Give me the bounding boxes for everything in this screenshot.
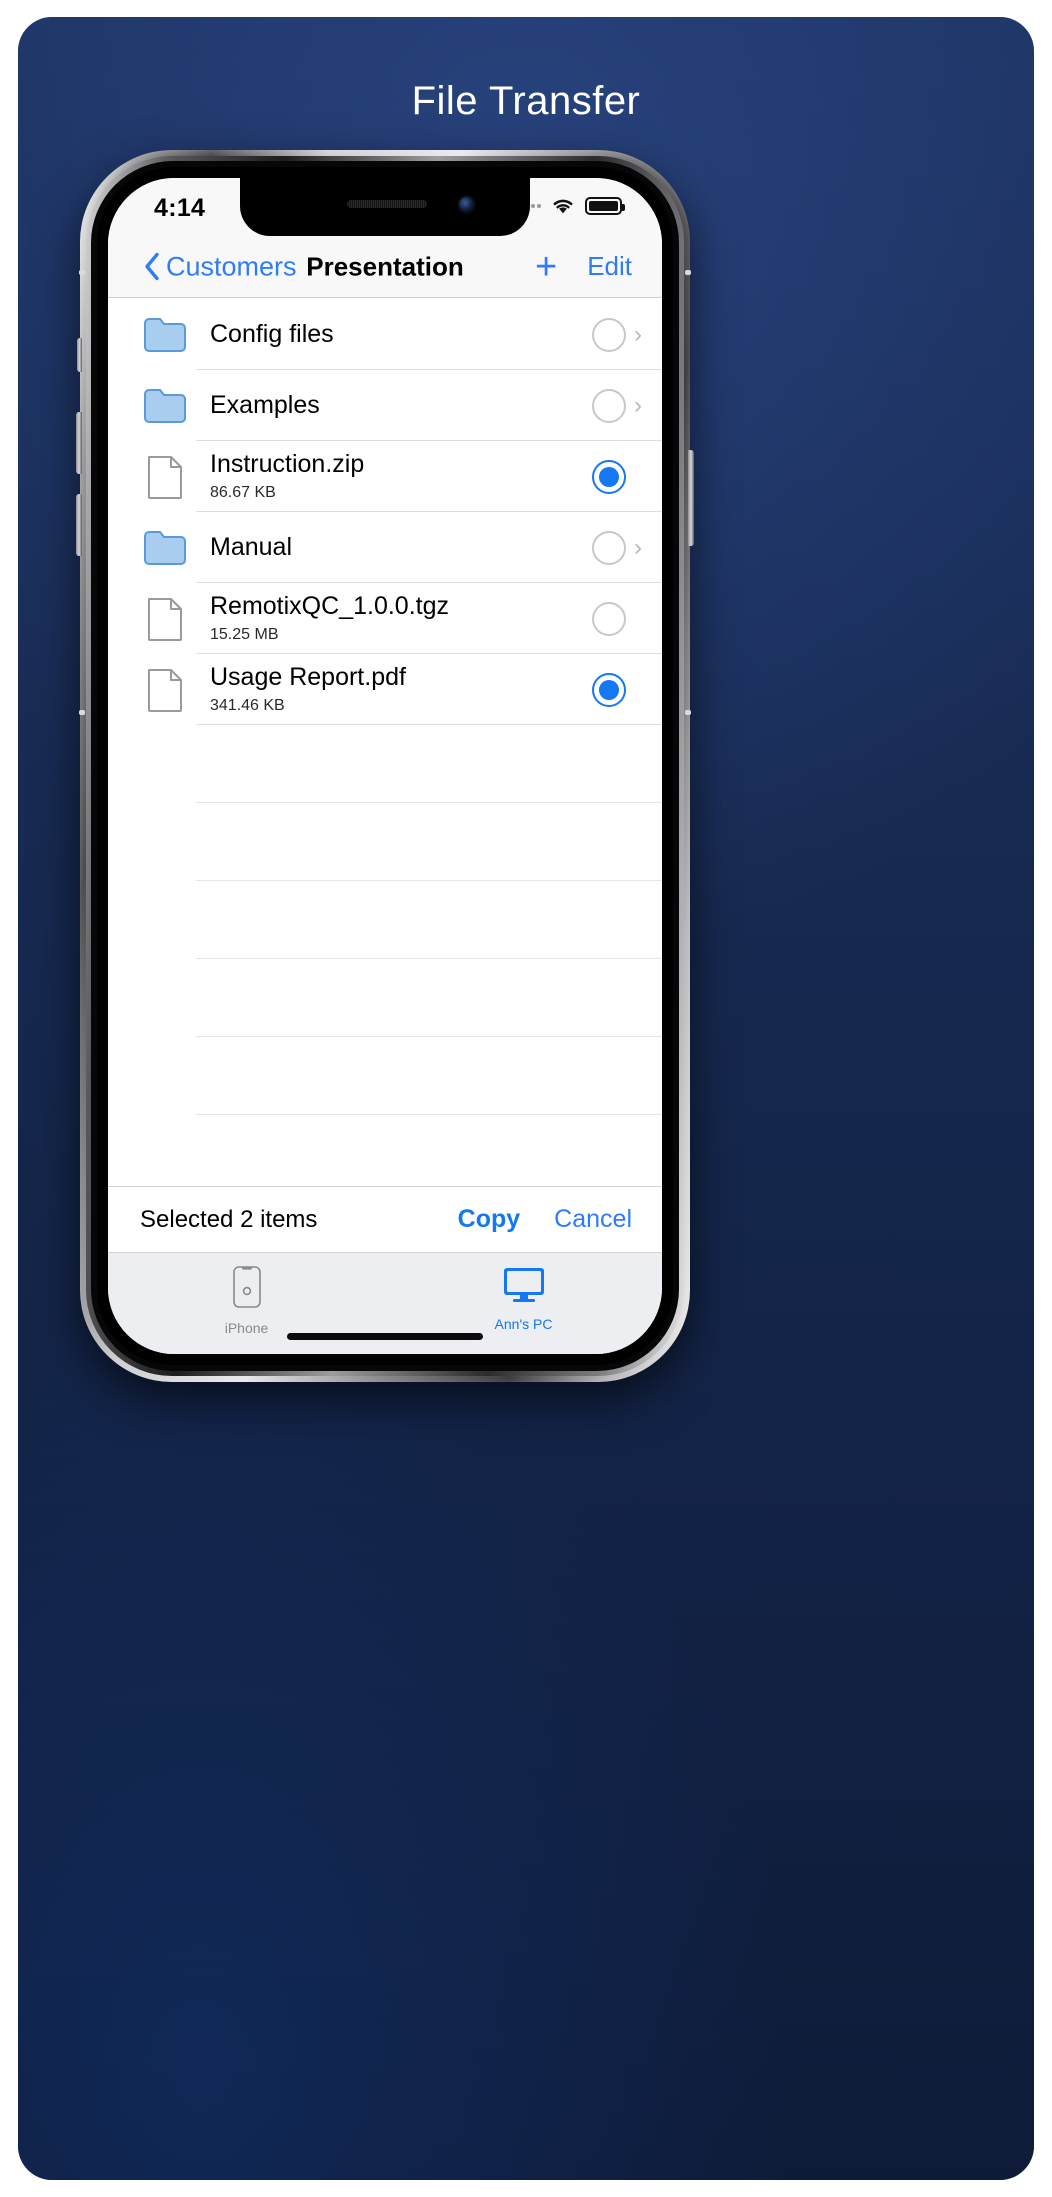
checkbox-unselected[interactable] bbox=[592, 601, 626, 636]
list-empty-row bbox=[108, 959, 662, 1037]
back-button-label: Customers bbox=[166, 251, 297, 281]
list-empty-row bbox=[108, 1037, 662, 1115]
wifi-icon bbox=[553, 199, 573, 214]
edit-button[interactable]: Edit bbox=[587, 251, 632, 282]
document-icon bbox=[148, 597, 182, 641]
checkbox-selected[interactable] bbox=[592, 459, 626, 494]
folder-icon bbox=[144, 317, 186, 352]
back-button[interactable]: Customers bbox=[144, 251, 297, 282]
checkbox-selected[interactable] bbox=[592, 672, 626, 707]
volume-down-button[interactable] bbox=[76, 494, 82, 556]
folder-icon bbox=[134, 530, 196, 566]
list-item-name: Usage Report.pdf bbox=[210, 662, 406, 691]
volume-up-button[interactable] bbox=[76, 412, 82, 474]
add-button[interactable]: + bbox=[535, 248, 557, 286]
battery-full-icon bbox=[585, 196, 625, 215]
tab-label: iPhone bbox=[224, 1320, 269, 1336]
front-camera-icon bbox=[459, 197, 474, 212]
earpiece-speaker-icon bbox=[347, 200, 427, 208]
list-item-labels: Usage Report.pdf 341.46 KB bbox=[196, 664, 592, 715]
antenna-band bbox=[79, 270, 85, 275]
antenna-band bbox=[685, 270, 691, 275]
tab-label: Ann's PC bbox=[494, 1316, 553, 1332]
list-item[interactable]: Examples › bbox=[108, 370, 662, 441]
toolbar-actions: Copy Cancel bbox=[458, 1205, 632, 1234]
list-item-trailing: › bbox=[592, 530, 642, 565]
list-item-trailing: › bbox=[592, 388, 642, 423]
list-item-trailing: › bbox=[592, 317, 642, 352]
list-item-trailing: › bbox=[592, 672, 642, 707]
list-item-name: Config files bbox=[210, 320, 334, 349]
iphone-icon bbox=[232, 1266, 261, 1308]
list-item[interactable]: Config files › bbox=[108, 299, 662, 370]
list-empty-row bbox=[108, 1115, 662, 1158]
document-icon bbox=[134, 667, 196, 713]
list-item-labels: Config files bbox=[196, 320, 592, 349]
antenna-band bbox=[685, 710, 691, 715]
iphone-icon bbox=[232, 1265, 262, 1314]
list-item-size: 341.46 KB bbox=[210, 697, 285, 715]
list-item-labels: Examples bbox=[196, 391, 592, 420]
page-title: Presentation bbox=[306, 251, 464, 281]
list-item[interactable]: Manual › bbox=[108, 512, 662, 583]
status-indicators bbox=[517, 196, 625, 215]
phone-screen: 4:14 Customers Presentation + Edit Confi… bbox=[108, 178, 662, 1354]
selection-status: Selected 2 items bbox=[140, 1205, 318, 1233]
selection-toolbar: Selected 2 items Copy Cancel bbox=[108, 1186, 662, 1252]
home-indicator[interactable] bbox=[287, 1333, 483, 1340]
status-time: 4:14 bbox=[154, 194, 206, 222]
list-item[interactable]: RemotixQC_1.0.0.tgz 15.25 MB › bbox=[108, 583, 662, 654]
list-empty-row bbox=[108, 803, 662, 881]
list-item-name: Examples bbox=[210, 391, 320, 420]
document-icon bbox=[134, 596, 196, 642]
file-list[interactable]: Config files › Examples › Instruction.zip 86.… bbox=[108, 299, 662, 1158]
list-item-labels: RemotixQC_1.0.0.tgz 15.25 MB bbox=[196, 593, 592, 644]
power-button[interactable] bbox=[688, 450, 694, 546]
list-item-labels: Instruction.zip 86.67 KB bbox=[196, 451, 592, 502]
list-item-size: 15.25 MB bbox=[210, 626, 279, 644]
list-empty-row bbox=[108, 725, 662, 803]
list-item-trailing: › bbox=[592, 601, 642, 636]
antenna-band bbox=[79, 710, 85, 715]
cancel-button[interactable]: Cancel bbox=[554, 1205, 632, 1234]
document-icon bbox=[148, 455, 182, 499]
poster-background: File Transfer 4:14 Customers Presentatio… bbox=[18, 17, 1034, 2180]
document-icon bbox=[134, 454, 196, 500]
list-item-trailing: › bbox=[592, 459, 642, 494]
navigation-actions: + Edit bbox=[535, 248, 632, 286]
mute-switch[interactable] bbox=[77, 338, 82, 372]
chevron-left-icon bbox=[145, 252, 159, 281]
list-item-size: 86.67 KB bbox=[210, 484, 276, 502]
folder-icon bbox=[134, 317, 196, 353]
document-icon bbox=[148, 668, 182, 712]
folder-icon bbox=[134, 388, 196, 424]
list-item-name: Instruction.zip bbox=[210, 449, 365, 478]
monitor-icon bbox=[503, 1268, 544, 1302]
iphone-device: 4:14 Customers Presentation + Edit Confi… bbox=[76, 150, 694, 1382]
list-item-name: Manual bbox=[210, 533, 292, 562]
list-item[interactable]: Instruction.zip 86.67 KB › bbox=[108, 441, 662, 512]
chevron-right-icon[interactable]: › bbox=[634, 535, 642, 560]
list-item-labels: Manual bbox=[196, 533, 592, 562]
folder-icon bbox=[144, 530, 186, 565]
checkbox-unselected[interactable] bbox=[592, 388, 626, 423]
copy-button[interactable]: Copy bbox=[458, 1205, 521, 1234]
chevron-right-icon[interactable]: › bbox=[634, 322, 642, 347]
monitor-icon bbox=[502, 1265, 546, 1310]
folder-icon bbox=[144, 388, 186, 423]
navigation-bar: Customers Presentation + Edit bbox=[108, 236, 662, 298]
poster-title: File Transfer bbox=[411, 79, 641, 123]
checkbox-unselected[interactable] bbox=[592, 530, 626, 565]
chevron-right-icon[interactable]: › bbox=[634, 393, 642, 418]
checkbox-unselected[interactable] bbox=[592, 317, 626, 352]
list-item-name: RemotixQC_1.0.0.tgz bbox=[210, 591, 449, 620]
list-item[interactable]: Usage Report.pdf 341.46 KB › bbox=[108, 654, 662, 725]
list-empty-row bbox=[108, 881, 662, 959]
